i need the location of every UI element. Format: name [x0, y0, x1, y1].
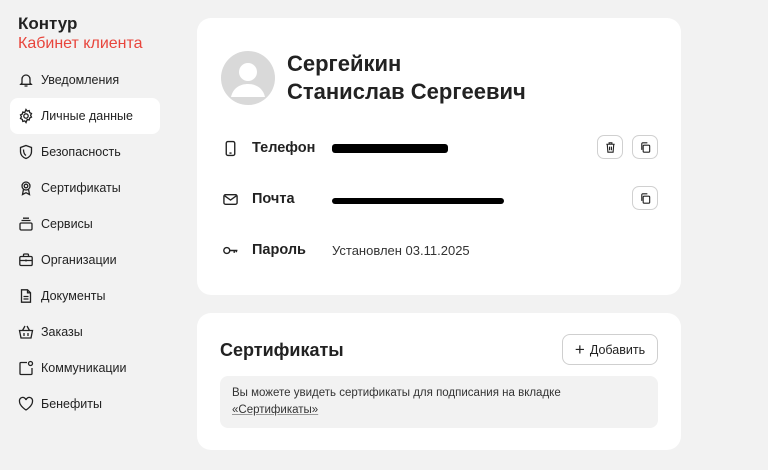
- plus-icon: +: [574, 340, 585, 359]
- key-icon: [221, 241, 239, 259]
- phone-row: Телефон: [221, 136, 657, 160]
- mail-icon: [221, 190, 239, 208]
- sidebar-item-label: Организации: [41, 253, 117, 267]
- sidebar-nav: Уведомления Личные данные Безопасность С…: [10, 62, 160, 422]
- phone-value-redacted: [332, 141, 448, 156]
- certificate-icon: [18, 180, 34, 196]
- sidebar-item-documents[interactable]: Документы: [10, 278, 160, 314]
- sidebar-item-label: Сервисы: [41, 217, 93, 231]
- sidebar-item-label: Личные данные: [41, 109, 133, 123]
- sidebar-item-organizations[interactable]: Организации: [10, 242, 160, 278]
- sidebar-item-label: Безопасность: [41, 145, 121, 159]
- sidebar-item-services[interactable]: Сервисы: [10, 206, 160, 242]
- sidebar-item-security[interactable]: Безопасность: [10, 134, 160, 170]
- profile-card: Сергейкин Станислав Сергеевич Телефон По…: [197, 18, 681, 295]
- sidebar-item-label: Заказы: [41, 325, 83, 339]
- add-certificate-label: Добавить: [589, 342, 646, 357]
- brand-subtitle[interactable]: Кабинет клиента: [18, 35, 143, 53]
- copy-icon: [640, 192, 650, 204]
- copy-phone-button[interactable]: [632, 135, 658, 159]
- sidebar-item-label: Документы: [41, 289, 106, 303]
- services-icon: [18, 216, 34, 232]
- password-label: Пароль: [252, 242, 306, 258]
- sidebar-item-label: Бенефиты: [41, 397, 102, 411]
- certificates-info: Вы можете увидеть сертификаты для подпис…: [220, 376, 658, 428]
- copy-icon: [640, 141, 650, 153]
- sidebar: Контур Кабинет клиента Уведомления Личны…: [0, 0, 170, 470]
- email-value-redacted: [332, 192, 504, 207]
- add-certificate-button[interactable]: + Добавить: [562, 334, 658, 365]
- basket-icon: [18, 324, 34, 340]
- certificates-title: Сертификаты: [220, 340, 344, 360]
- sidebar-item-label: Уведомления: [41, 73, 120, 87]
- document-icon: [18, 288, 34, 304]
- certificates-info-text: Вы можете увидеть сертификаты для подпис…: [232, 387, 561, 399]
- sidebar-item-label: Сертификаты: [41, 181, 121, 195]
- sidebar-item-certificates[interactable]: Сертификаты: [10, 170, 160, 206]
- sidebar-item-orders[interactable]: Заказы: [10, 314, 160, 350]
- sidebar-item-communications[interactable]: Коммуникации: [10, 350, 160, 386]
- phone-label: Телефон: [252, 140, 316, 156]
- heart-icon: [18, 396, 34, 412]
- trash-icon: [605, 141, 615, 153]
- password-row: Пароль Установлен 03.11.2025: [221, 238, 657, 262]
- sidebar-item-personal-data[interactable]: Личные данные: [10, 98, 160, 134]
- briefcase-icon: [18, 252, 34, 268]
- certificates-tab-link[interactable]: «Сертификаты»: [232, 404, 318, 416]
- bell-icon: [18, 72, 34, 88]
- user-silhouette-icon: [231, 63, 265, 97]
- delete-phone-button[interactable]: [597, 135, 623, 159]
- sidebar-item-label: Коммуникации: [41, 361, 127, 375]
- certificates-card: Сертификаты + Добавить Вы можете увидеть…: [197, 313, 681, 450]
- copy-email-button[interactable]: [632, 186, 658, 210]
- password-status: Установлен 03.11.2025: [332, 242, 470, 258]
- avatar[interactable]: [221, 51, 275, 105]
- email-row: Почта: [221, 187, 657, 211]
- sidebar-item-notifications[interactable]: Уведомления: [10, 62, 160, 98]
- profile-surname: Сергейкин: [287, 51, 402, 76]
- email-label: Почта: [252, 191, 295, 207]
- gear-icon: [18, 108, 34, 124]
- sidebar-item-benefits[interactable]: Бенефиты: [10, 386, 160, 422]
- shield-icon: [18, 144, 34, 160]
- profile-given-names: Станислав Сергеевич: [287, 79, 526, 104]
- profile-name: Сергейкин Станислав Сергеевич: [287, 50, 526, 106]
- phone-icon: [221, 139, 239, 157]
- brand-title[interactable]: Контур: [18, 14, 77, 34]
- chat-icon: [18, 360, 34, 376]
